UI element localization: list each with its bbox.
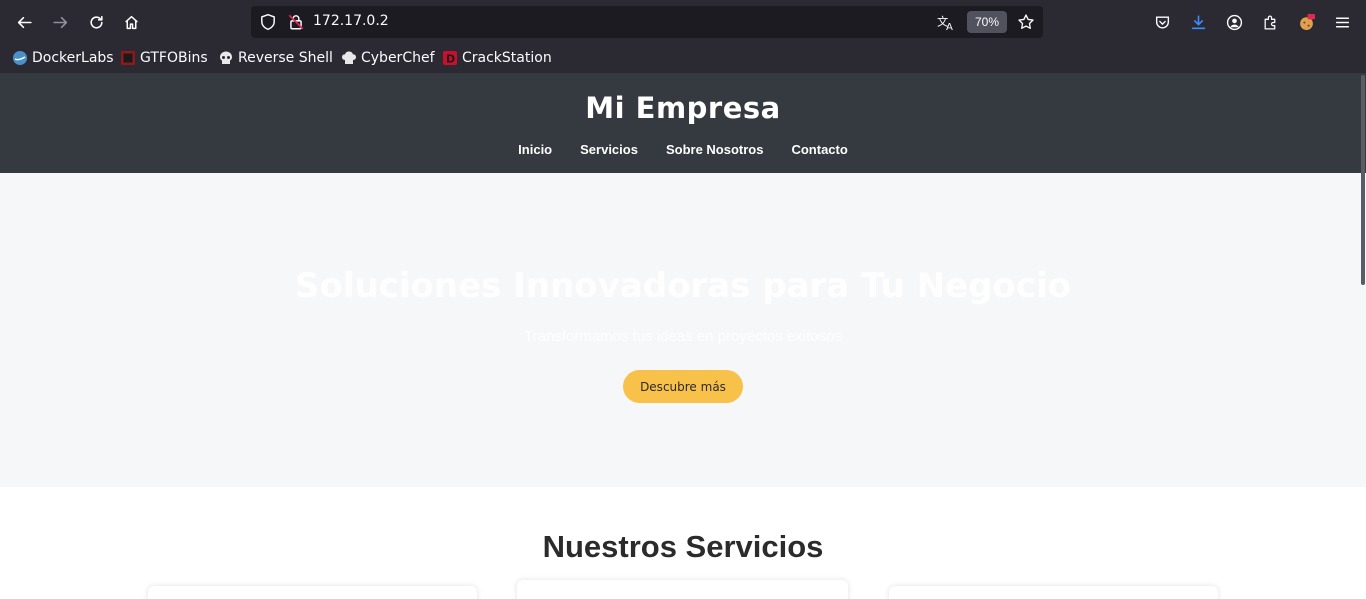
site-nav: Inicio Servicios Sobre Nosotros Contacto xyxy=(0,142,1366,157)
back-button[interactable] xyxy=(10,8,38,36)
service-card xyxy=(517,580,848,599)
bookmark-label: CrackStation xyxy=(462,50,552,66)
downloads-button[interactable] xyxy=(1184,8,1212,36)
arrow-left-icon xyxy=(17,16,32,28)
svg-text:A: A xyxy=(946,22,953,31)
discover-more-button[interactable]: Descubre más xyxy=(623,370,743,403)
site-title: Mi Empresa xyxy=(585,91,781,125)
bookmark-crackstation[interactable]: D CrackStation xyxy=(442,48,552,68)
web-page: Mi Empresa Inicio Servicios Sobre Nosotr… xyxy=(0,73,1366,599)
cookie-extension-icon xyxy=(1299,13,1315,30)
menu-button[interactable] xyxy=(1328,8,1356,36)
puzzle-icon xyxy=(1264,15,1275,30)
bookmark-gtfobins[interactable]: GTFOBins xyxy=(120,48,208,68)
service-card xyxy=(889,586,1218,599)
hero-section: Soluciones Innovadoras para Tu Negocio T… xyxy=(0,173,1366,487)
account-button[interactable] xyxy=(1220,8,1248,36)
browser-toolbar: 172.17.0.2 文A 70% xyxy=(0,0,1366,44)
forward-button[interactable] xyxy=(46,8,74,36)
chef-hat-icon xyxy=(342,51,356,64)
gtfobins-icon xyxy=(121,51,135,65)
hamburger-menu-icon xyxy=(1335,17,1349,27)
reload-icon xyxy=(89,15,103,29)
nav-link-inicio[interactable]: Inicio xyxy=(518,142,552,157)
nav-link-servicios[interactable]: Servicios xyxy=(580,142,638,157)
shield-icon[interactable] xyxy=(259,13,277,31)
hero-subtitle: Transformamos tus ideas en proyectos exi… xyxy=(524,328,842,345)
hero-title: Soluciones Innovadoras para Tu Negocio xyxy=(295,266,1071,306)
bookmark-dockerlabs[interactable]: DockerLabs xyxy=(12,48,114,68)
home-button[interactable] xyxy=(117,8,145,36)
browser-chrome: 172.17.0.2 文A 70% DockerLabs GTFOBins Re… xyxy=(0,0,1366,73)
zoom-level-button[interactable]: 70% xyxy=(967,11,1007,33)
extensions-button[interactable] xyxy=(1256,8,1284,36)
services-heading: Nuestros Servicios xyxy=(542,529,824,564)
bookmark-reverse-shell[interactable]: Reverse Shell xyxy=(218,48,333,68)
insecure-lock-icon[interactable] xyxy=(287,13,305,31)
svg-text:D: D xyxy=(446,53,455,66)
translate-icon[interactable]: 文A xyxy=(937,13,955,31)
account-icon xyxy=(1226,14,1242,30)
bookmark-cyberchef[interactable]: CyberChef xyxy=(341,48,435,68)
download-icon xyxy=(1191,14,1205,29)
nav-link-contacto[interactable]: Contacto xyxy=(791,142,847,157)
bookmark-star-icon[interactable] xyxy=(1017,13,1035,31)
reload-button[interactable] xyxy=(82,8,110,36)
bookmark-label: CyberChef xyxy=(361,50,435,66)
service-card xyxy=(148,586,477,599)
bookmark-label: Reverse Shell xyxy=(238,50,333,66)
scrollbar-thumb[interactable] xyxy=(1361,75,1365,285)
extension-cookie-button[interactable] xyxy=(1292,8,1320,36)
skull-icon xyxy=(220,51,232,64)
pocket-button[interactable] xyxy=(1148,8,1176,36)
nav-link-sobre-nosotros[interactable]: Sobre Nosotros xyxy=(666,142,764,157)
url-text[interactable]: 172.17.0.2 xyxy=(313,13,389,29)
crackstation-icon: D xyxy=(443,51,457,66)
dockerlabs-icon xyxy=(13,51,27,65)
url-bar[interactable]: 172.17.0.2 文A 70% xyxy=(251,6,1043,38)
bookmark-label: DockerLabs xyxy=(32,50,114,66)
home-icon xyxy=(124,15,138,29)
page-scrollbar[interactable] xyxy=(1360,73,1366,599)
bookmark-label: GTFOBins xyxy=(140,50,208,66)
site-header: Mi Empresa Inicio Servicios Sobre Nosotr… xyxy=(0,73,1366,173)
arrow-right-icon xyxy=(52,16,67,28)
bookmarks-toolbar: DockerLabs GTFOBins Reverse Shell CyberC… xyxy=(0,44,1366,73)
pocket-icon xyxy=(1155,15,1169,28)
